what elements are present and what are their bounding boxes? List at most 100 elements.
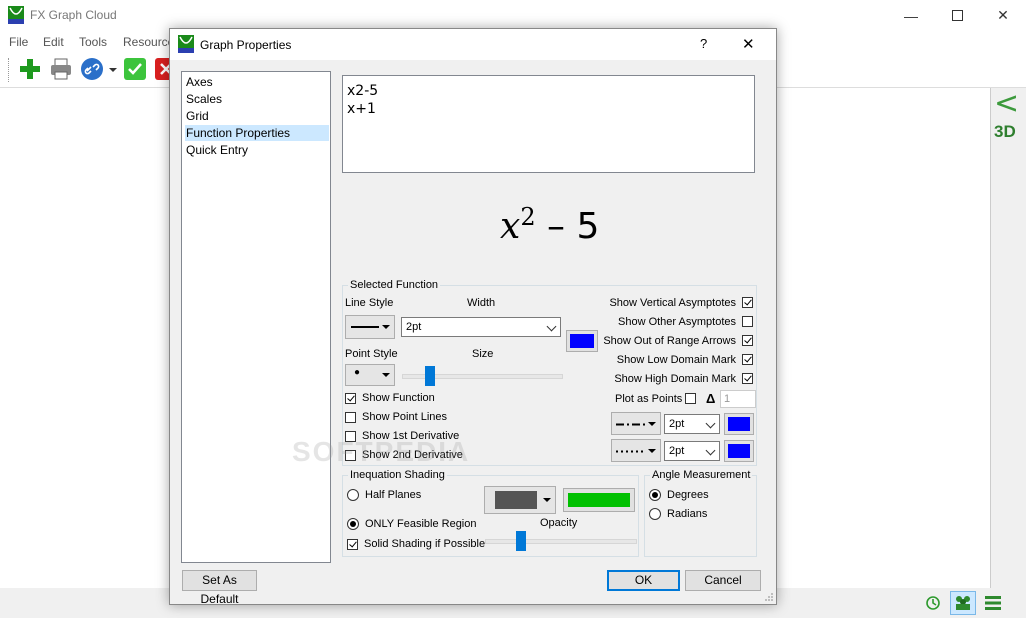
set-as-default-button[interactable]: Set As Default: [182, 570, 257, 606]
plot-as-points-label: Plot as Points: [615, 393, 683, 405]
nav-item-grid[interactable]: Grid: [185, 108, 329, 124]
minimize-icon: —: [904, 7, 918, 24]
deriv1-color-button[interactable]: [724, 413, 754, 435]
dialog-logo-icon: [178, 35, 194, 53]
3d-button[interactable]: 3D: [994, 122, 1016, 142]
deriv2-line-style-select[interactable]: [611, 439, 661, 462]
solid-shading-checkbox[interactable]: [347, 539, 358, 550]
functions-text: x2-5 x+1: [347, 83, 379, 117]
size-slider-thumb[interactable]: [424, 366, 435, 386]
category-list: Axes Scales Grid Function Properties Qui…: [181, 71, 331, 563]
chevron-down-icon: [648, 421, 656, 426]
menu-file[interactable]: File: [9, 35, 28, 49]
low-domain-mark-checkbox[interactable]: [742, 354, 753, 365]
formula-exponent: 2: [520, 203, 536, 231]
show-1st-derivative-label: Show 1st Derivative: [362, 430, 460, 442]
side-panel: < 3D: [990, 86, 1026, 588]
out-of-range-arrows-checkbox[interactable]: [742, 335, 753, 346]
opacity-slider-thumb[interactable]: [516, 531, 527, 551]
vertical-asymptotes-label: Show Vertical Asymptotes: [609, 297, 736, 309]
half-planes-radio[interactable]: [347, 489, 359, 501]
line-style-select[interactable]: [345, 315, 395, 339]
menu-edit[interactable]: Edit: [43, 35, 64, 49]
maximize-button[interactable]: [934, 0, 980, 31]
line-style-label: Line Style: [345, 297, 394, 309]
confirm-icon[interactable]: [123, 57, 147, 81]
show-function-checkbox[interactable]: [345, 393, 356, 404]
feasible-region-label: ONLY Feasible Region: [365, 518, 477, 530]
show-1st-derivative-checkbox[interactable]: [345, 431, 356, 442]
minimize-button[interactable]: —: [888, 0, 934, 31]
dotted-line-icon: [616, 450, 646, 453]
nav-item-axes[interactable]: Axes: [185, 74, 329, 90]
nav-item-quick-entry[interactable]: Quick Entry: [185, 142, 329, 158]
high-domain-mark-checkbox[interactable]: [742, 373, 753, 384]
formula-base: x: [500, 206, 521, 247]
point-style-label: Point Style: [345, 348, 398, 360]
add-icon[interactable]: [18, 57, 42, 81]
region-color-button[interactable]: [563, 488, 635, 512]
formula-preview: x2 – 5: [500, 203, 599, 247]
radians-label: Radians: [667, 508, 708, 520]
shade-color-select[interactable]: [484, 486, 556, 514]
width-select[interactable]: 2pt: [401, 317, 561, 337]
deriv2-color-button[interactable]: [724, 440, 754, 462]
point-icon: ●: [354, 367, 361, 378]
feasible-region-radio[interactable]: [347, 518, 359, 530]
half-planes-label: Half Planes: [365, 489, 422, 501]
high-domain-mark-label: Show High Domain Mark: [614, 373, 736, 385]
cancel-button[interactable]: Cancel: [685, 570, 761, 591]
show-2nd-derivative-checkbox[interactable]: [345, 450, 356, 461]
main-titlebar: FX Graph Cloud — ✕: [0, 0, 1026, 31]
nav-item-function-properties[interactable]: Function Properties: [185, 125, 329, 141]
close-window-button[interactable]: ✕: [980, 0, 1026, 31]
deriv2-width-value: 2pt: [669, 445, 685, 457]
line-color-button[interactable]: [566, 330, 598, 352]
deriv1-line-style-select[interactable]: [611, 412, 661, 435]
degrees-radio[interactable]: [649, 489, 661, 501]
opacity-slider-track[interactable]: [485, 539, 637, 544]
dialog-titlebar: Graph Properties ? ✕: [170, 29, 776, 60]
chevron-down-icon: [648, 448, 656, 453]
low-domain-mark-label: Show Low Domain Mark: [616, 354, 736, 366]
deriv1-width-select[interactable]: 2pt: [664, 414, 720, 434]
menu-lines-icon[interactable]: [985, 596, 1001, 610]
nav-item-scales[interactable]: Scales: [185, 91, 329, 107]
show-point-lines-label: Show Point Lines: [362, 411, 447, 423]
history-icon[interactable]: [925, 595, 941, 611]
chevron-down-icon: [382, 373, 390, 377]
width-label: Width: [467, 297, 496, 309]
deriv1-width-value: 2pt: [669, 418, 685, 430]
radians-radio[interactable]: [649, 508, 661, 520]
show-point-lines-checkbox[interactable]: [345, 412, 356, 423]
link-icon[interactable]: [80, 57, 104, 81]
deriv2-width-select[interactable]: 2pt: [664, 441, 720, 461]
print-icon[interactable]: [49, 57, 73, 81]
chevron-down-icon: [705, 445, 716, 456]
point-style-select[interactable]: ●: [345, 364, 395, 386]
other-asymptotes-label: Show Other Asymptotes: [618, 316, 736, 328]
plot-as-points-checkbox[interactable]: [685, 393, 696, 404]
close-dialog-icon[interactable]: ✕: [742, 35, 755, 53]
chevron-down-icon: [543, 498, 551, 502]
collapse-panel-icon[interactable]: <: [994, 86, 1019, 121]
menu-resource[interactable]: Resource: [123, 35, 174, 49]
maximize-icon: [951, 10, 963, 21]
other-asymptotes-checkbox[interactable]: [742, 316, 753, 327]
resize-grip-icon[interactable]: [764, 592, 774, 602]
dialog-title: Graph Properties: [200, 38, 292, 52]
functions-textarea[interactable]: x2-5 x+1: [342, 75, 755, 173]
deriv2-color-swatch: [728, 444, 750, 458]
chevron-down-icon: [705, 418, 716, 429]
opacity-label: Opacity: [540, 517, 578, 529]
delta-value: 1: [724, 393, 731, 405]
menu-tools[interactable]: Tools: [79, 35, 107, 49]
help-icon[interactable]: ?: [700, 36, 707, 51]
users-button[interactable]: [950, 591, 976, 615]
link-dropdown-icon[interactable]: [109, 68, 117, 72]
show-2nd-derivative-label: Show 2nd Derivative: [362, 449, 463, 461]
solid-shading-label: Solid Shading if Possible: [364, 538, 486, 550]
delta-input[interactable]: 1: [720, 390, 756, 408]
vertical-asymptotes-checkbox[interactable]: [742, 297, 753, 308]
ok-button[interactable]: OK: [607, 570, 680, 591]
